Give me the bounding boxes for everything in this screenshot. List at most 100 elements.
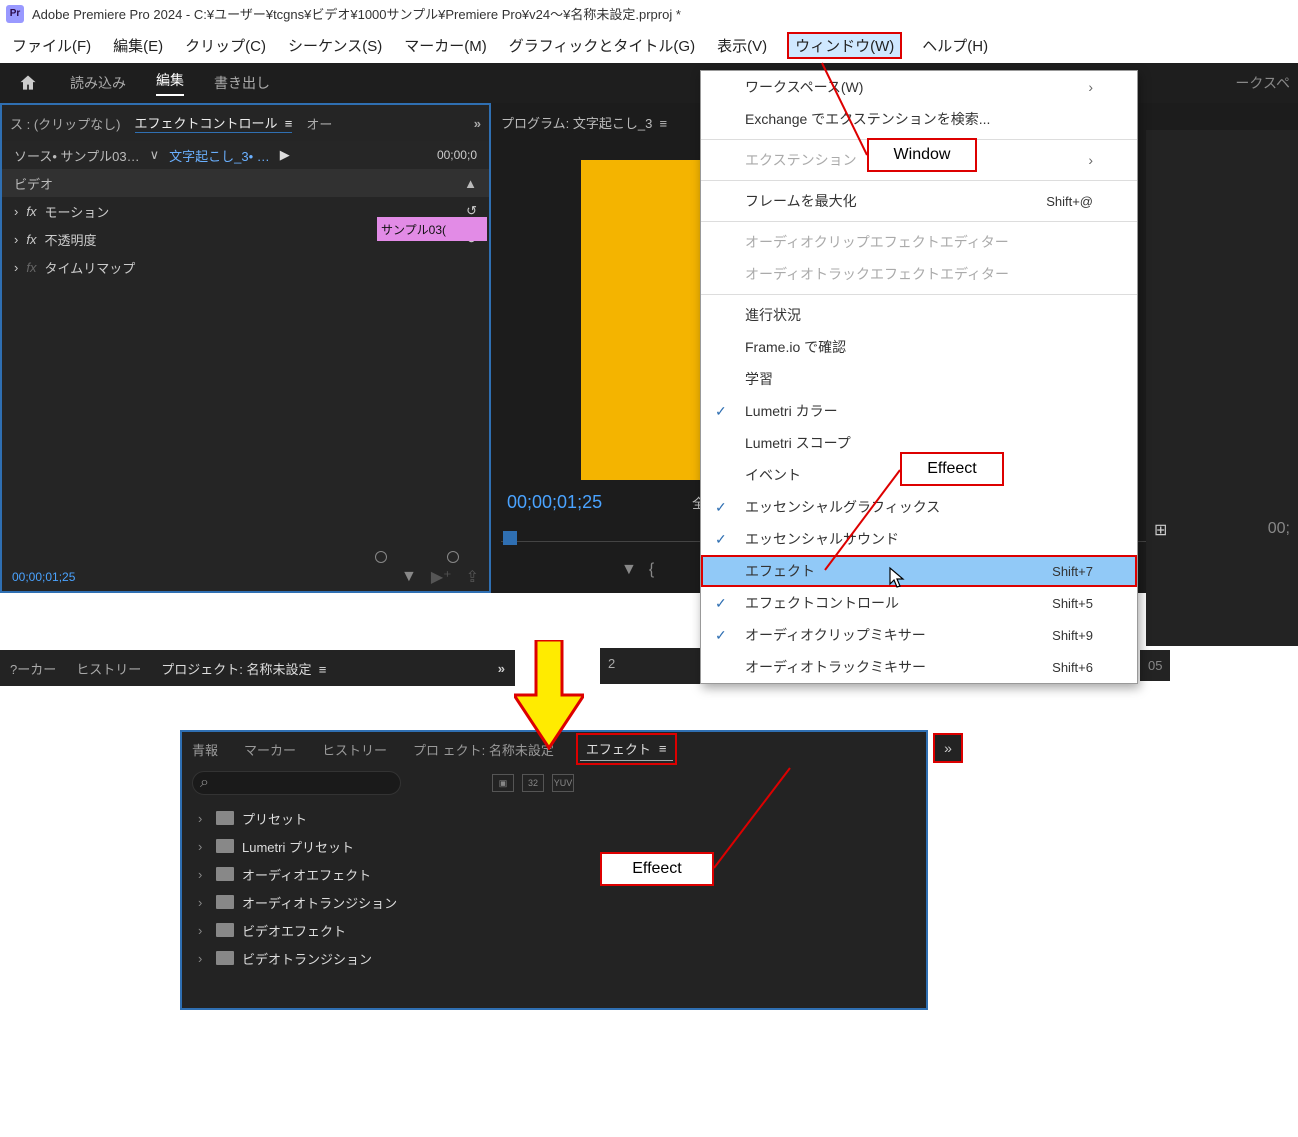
- menu-exchange[interactable]: Exchange でエクステンションを検索...: [701, 103, 1137, 135]
- export-icon[interactable]: ⇪: [466, 567, 479, 587]
- folder-icon: [216, 867, 234, 881]
- program-timecode[interactable]: 00;00;01;25: [507, 492, 602, 513]
- menu-frameio[interactable]: Frame.io で確認: [701, 331, 1137, 363]
- scroll-handle[interactable]: [447, 551, 459, 563]
- folder-icon: [216, 923, 234, 937]
- callout-effect-1: Effeect: [900, 452, 1004, 486]
- in-point-icon[interactable]: {: [649, 561, 654, 579]
- audio-tab-truncated[interactable]: オー: [306, 114, 332, 133]
- timeline-clip[interactable]: サンプル03(: [377, 217, 487, 241]
- timeremap-property[interactable]: タイムリマップ: [44, 258, 135, 277]
- source-name[interactable]: ソース• サンプル03…: [14, 146, 140, 165]
- callout-effect-2: Effeect: [600, 852, 714, 886]
- menu-edit[interactable]: 編集(E): [113, 35, 163, 56]
- menu-file[interactable]: ファイル(F): [12, 35, 91, 56]
- menu-audio-clip-fx-editor: オーディオクリップエフェクトエディター: [701, 226, 1137, 258]
- menu-window[interactable]: ウィンドウ(W): [789, 34, 900, 57]
- twirl-icon[interactable]: ›: [14, 204, 18, 219]
- search-icon: ⌕: [200, 774, 209, 792]
- tab-project[interactable]: プロジェクト: 名称未設定 ≡: [161, 659, 326, 678]
- folder-icon: [216, 951, 234, 965]
- menu-audio-track-mixer[interactable]: オーディオトラックミキサーShift+6: [701, 651, 1137, 683]
- panel-overflow-button[interactable]: »: [933, 733, 963, 763]
- annotation-arrow-icon: [514, 640, 584, 750]
- check-icon: ✓: [715, 531, 727, 548]
- play-only-icon[interactable]: ▶⁺: [431, 567, 452, 587]
- twirl-icon[interactable]: ›: [14, 260, 18, 275]
- effects-search-input[interactable]: [192, 771, 401, 795]
- tab-effects[interactable]: エフェクト≡: [580, 737, 673, 761]
- overflow-icon[interactable]: »: [498, 661, 505, 676]
- callout-window: Window: [867, 138, 977, 172]
- program-label[interactable]: プログラム: 文字起こし_3: [501, 116, 652, 131]
- tab-export[interactable]: 書き出し: [214, 73, 270, 93]
- source-noclip-tab[interactable]: ス : (クリップなし): [10, 114, 121, 133]
- submenu-arrow-icon: ›: [1088, 79, 1093, 95]
- menu-marker[interactable]: マーカー(M): [404, 35, 487, 56]
- menu-sequence[interactable]: シーケンス(S): [288, 35, 382, 56]
- menu-workspace[interactable]: ワークスペース(W)›: [701, 71, 1137, 103]
- menu-learn[interactable]: 学習: [701, 363, 1137, 395]
- video-section-label[interactable]: ビデオ: [14, 174, 53, 193]
- twirl-icon[interactable]: ›: [198, 951, 208, 966]
- opacity-property[interactable]: 不透明度: [44, 230, 96, 249]
- tab-edit[interactable]: 編集: [156, 70, 184, 96]
- folder-lumetri-presets[interactable]: ›Lumetri プリセット: [188, 832, 920, 860]
- menu-help[interactable]: ヘルプ(H): [922, 35, 988, 56]
- motion-property[interactable]: モーション: [44, 202, 109, 221]
- menu-effect-controls[interactable]: ✓エフェクトコントロールShift+5: [701, 587, 1137, 619]
- folder-video-transitions[interactable]: ›ビデオトランジション: [188, 944, 920, 972]
- yuv-filter-icon[interactable]: YUV: [552, 774, 574, 792]
- marker-button-icon[interactable]: ▼: [621, 561, 637, 579]
- tab-info[interactable]: 青報: [192, 740, 218, 759]
- tab-import[interactable]: 読み込み: [70, 73, 126, 93]
- timecode-footer[interactable]: 00;00;01;25: [2, 566, 85, 588]
- menu-effects[interactable]: エフェクトShift+7: [701, 555, 1137, 587]
- menu-view[interactable]: 表示(V): [717, 35, 767, 56]
- 32bit-filter-icon[interactable]: 32: [522, 774, 544, 792]
- menu-lumetri-color[interactable]: ✓Lumetri カラー: [701, 395, 1137, 427]
- home-icon[interactable]: [16, 71, 40, 95]
- tool-icon[interactable]: ⊞: [1154, 520, 1167, 540]
- folder-audio-effects[interactable]: ›オーディオエフェクト: [188, 860, 920, 888]
- premiere-icon: Pr: [6, 5, 24, 23]
- tab-history[interactable]: ヒストリー: [322, 740, 387, 759]
- tab-marker[interactable]: マーカー: [244, 740, 296, 759]
- bottom-panel-tabs: ?ーカー ヒストリー プロジェクト: 名称未設定 ≡ »: [0, 650, 515, 686]
- menu-graphics[interactable]: グラフィックとタイトル(G): [509, 35, 695, 56]
- menu-audio-clip-mixer[interactable]: ✓オーディオクリップミキサーShift+9: [701, 619, 1137, 651]
- twirl-icon[interactable]: ›: [198, 811, 208, 826]
- menu-progress[interactable]: 進行状況: [701, 299, 1137, 331]
- chevron-down-icon[interactable]: ∨: [150, 147, 160, 163]
- timecode-ruler: 00;00;0: [437, 148, 477, 162]
- twirl-icon[interactable]: ›: [198, 923, 208, 938]
- accelerated-filter-icon[interactable]: ▣: [492, 774, 514, 792]
- timeline-number[interactable]: 2: [608, 656, 615, 671]
- check-icon: ✓: [715, 499, 727, 516]
- tab-history[interactable]: ヒストリー: [76, 659, 141, 678]
- folder-presets[interactable]: ›プリセット: [188, 804, 920, 832]
- twirl-icon[interactable]: ›: [198, 867, 208, 882]
- menu-clip[interactable]: クリップ(C): [185, 35, 266, 56]
- filter-icon[interactable]: ▼: [401, 568, 417, 586]
- folder-icon: [216, 839, 234, 853]
- check-icon: ✓: [715, 403, 727, 420]
- twirl-icon[interactable]: ›: [198, 895, 208, 910]
- menu-maximize-frame[interactable]: フレームを最大化Shift+@: [701, 185, 1137, 217]
- scroll-handle[interactable]: [375, 551, 387, 563]
- effect-controls-tab[interactable]: エフェクトコントロール ≡: [135, 113, 293, 133]
- play-icon[interactable]: ▶: [280, 147, 290, 163]
- collapse-up-icon[interactable]: ▲: [464, 176, 477, 191]
- twirl-icon[interactable]: ›: [198, 839, 208, 854]
- effect-controls-panel: ス : (クリップなし) エフェクトコントロール ≡ オー » ソース• サンプ…: [0, 103, 491, 593]
- menu-essential-graphics[interactable]: ✓エッセンシャルグラフィックス: [701, 491, 1137, 523]
- sequence-name[interactable]: 文字起こし_3• …: [169, 146, 270, 165]
- playhead-icon[interactable]: [503, 531, 517, 545]
- menu-essential-sound[interactable]: ✓エッセンシャルサウンド: [701, 523, 1137, 555]
- twirl-icon[interactable]: ›: [14, 232, 18, 247]
- overflow-icon[interactable]: »: [474, 116, 481, 131]
- folder-icon: [216, 895, 234, 909]
- tab-marker-truncated[interactable]: ?ーカー: [10, 659, 56, 678]
- folder-video-effects[interactable]: ›ビデオエフェクト: [188, 916, 920, 944]
- folder-audio-transitions[interactable]: ›オーディオトランジション: [188, 888, 920, 916]
